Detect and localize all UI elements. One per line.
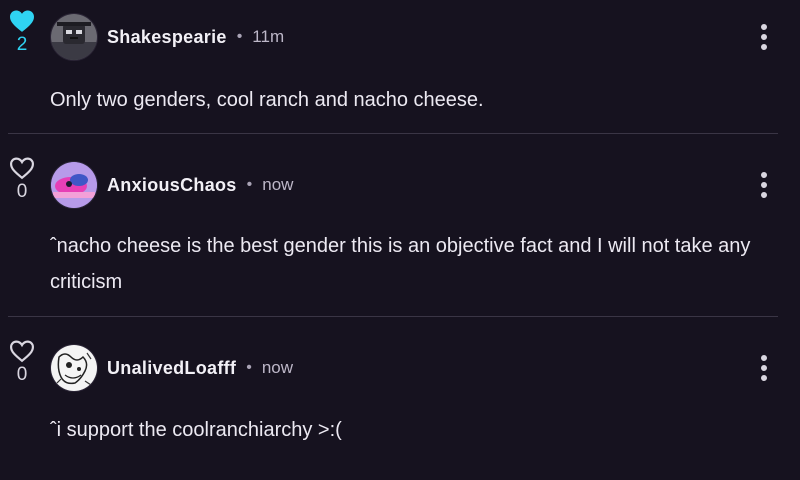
timestamp: now [262,175,294,194]
more-vertical-icon [761,355,767,381]
separator-dot: • [236,28,243,45]
more-options-button[interactable] [754,22,774,52]
avatar-image [51,345,97,391]
comment-item: 0 UnalivedLoafff • now ˆi support the co… [0,317,800,480]
timestamp: now [261,358,294,377]
like-button[interactable]: 0 [8,156,36,202]
avatar-image [51,14,97,60]
comment-meta: AnxiousChaos • now [107,173,293,197]
comment-item: 0 AnxiousChaos • now ˆnacho cheese is th… [0,134,800,317]
username[interactable]: Shakespearie [107,27,227,48]
comment-text: ˆnacho cheese is the best gender this is… [50,235,751,293]
more-vertical-icon [761,24,767,50]
like-count: 2 [16,34,28,55]
comment-text: Only two genders, cool ranch and nacho c… [50,89,484,111]
comment-item: 2 Shakespearie • 11m Only two genders, c… [0,0,800,134]
like-count: 0 [16,181,28,202]
comment-meta: UnalivedLoafff • now [107,356,293,380]
comment-meta: Shakespearie • 11m [107,25,284,49]
like-button[interactable]: 2 [8,9,36,55]
more-options-button[interactable] [754,353,774,383]
heart-outline-icon [9,157,35,180]
avatar[interactable] [50,161,98,209]
avatar[interactable] [50,13,98,61]
username[interactable]: AnxiousChaos [107,175,237,196]
heart-filled-icon [10,10,34,32]
like-button[interactable]: 0 [8,339,36,385]
comment-text: ˆi support the coolranchiarchy >:( [50,419,342,441]
like-count: 0 [16,364,28,385]
separator-dot: • [246,176,253,193]
heart-outline-icon [9,340,35,363]
username[interactable]: UnalivedLoafff [107,358,236,379]
avatar[interactable] [50,344,98,392]
separator-dot: • [246,359,252,376]
more-options-button[interactable] [754,170,774,200]
more-vertical-icon [761,172,767,198]
avatar-image [51,162,97,208]
timestamp: 11m [252,27,285,46]
